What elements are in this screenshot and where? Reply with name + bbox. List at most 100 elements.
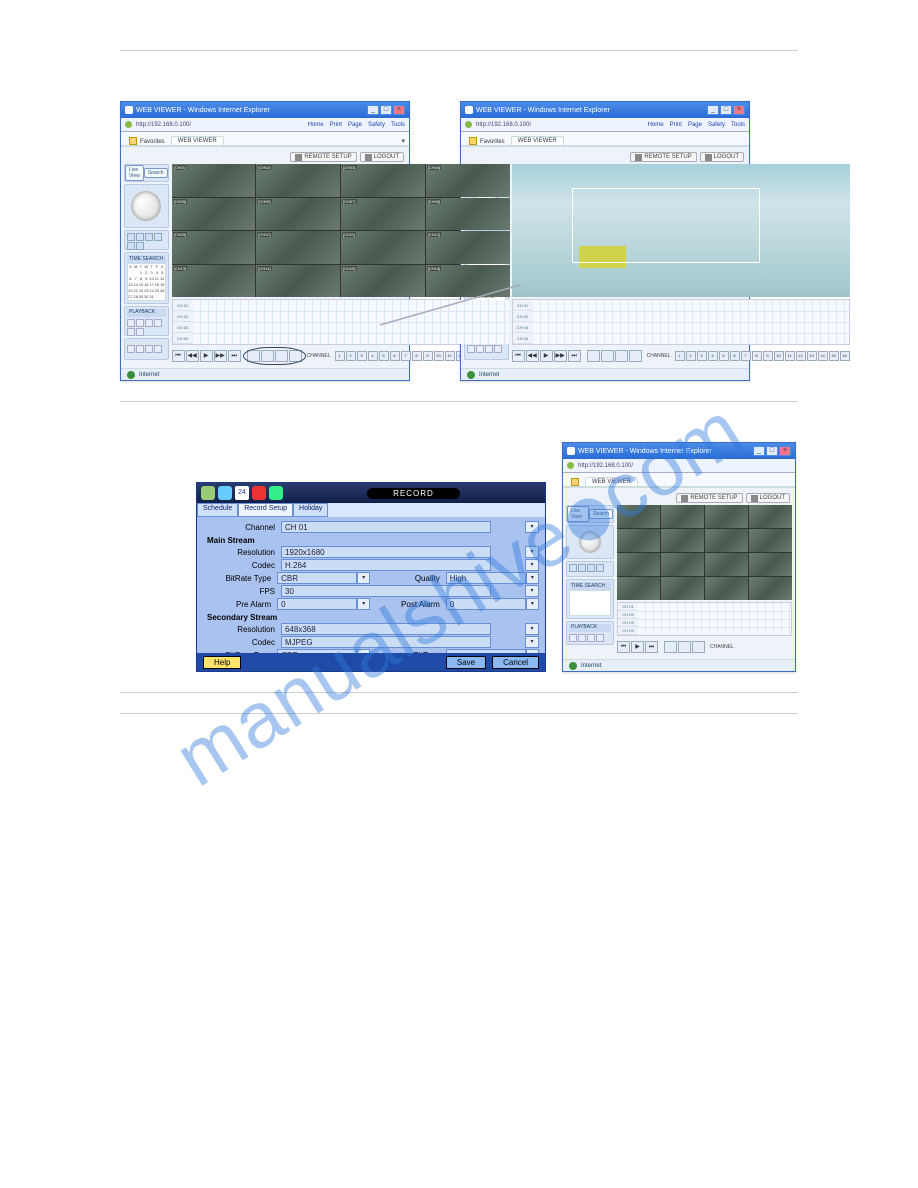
video-tile[interactable]: [CH01] xyxy=(172,164,256,197)
tab-webviewer[interactable]: WEB VIEWER xyxy=(171,136,224,145)
help-button[interactable]: Help xyxy=(203,656,241,669)
ctrl-3[interactable] xyxy=(145,233,153,241)
record-form: ChannelCH 01▾ Main Stream Resolution1920… xyxy=(197,517,545,653)
favicon-icon xyxy=(465,121,472,128)
video-tile[interactable]: [CH10] xyxy=(256,231,340,264)
minimize-button[interactable]: _ xyxy=(707,105,719,115)
view-4x4[interactable] xyxy=(289,350,302,362)
ctrl-5[interactable] xyxy=(127,242,135,250)
icon-record[interactable] xyxy=(252,486,266,500)
search-button[interactable]: Search xyxy=(144,168,168,178)
status-text: Internet xyxy=(139,372,159,378)
tab-record-setup[interactable]: Record Setup xyxy=(238,503,293,517)
rew-button[interactable]: ◀◀ xyxy=(186,350,199,362)
timeline[interactable]: CH 01CH 02CH 03CH 04 xyxy=(512,299,850,345)
last-button[interactable]: ⏭ xyxy=(228,350,241,362)
view-2x2[interactable] xyxy=(261,350,274,362)
video-tile[interactable]: [CH03] xyxy=(341,164,425,197)
menu-print[interactable]: Print xyxy=(330,122,342,128)
titlebar[interactable]: WEB VIEWER - Windows Internet Explorer _… xyxy=(563,443,795,459)
video-tile[interactable]: [CH07] xyxy=(341,198,425,231)
video-tile[interactable]: [CH14] xyxy=(256,265,340,298)
close-button[interactable]: × xyxy=(733,105,745,115)
menu-safety[interactable]: Safety xyxy=(368,122,385,128)
chevron-down-icon[interactable]: ▾ xyxy=(525,521,539,533)
video-grid-16 xyxy=(617,505,792,600)
address-bar: http://192.168.0.100/ Home Print Page Sa… xyxy=(121,118,409,132)
tab-schedule[interactable]: Schedule xyxy=(197,503,238,517)
maximize-button[interactable]: □ xyxy=(720,105,732,115)
channel-select[interactable]: CH 01 xyxy=(281,521,491,533)
playback-title: PLAYBACK xyxy=(127,309,166,317)
favorites-icon[interactable] xyxy=(469,137,477,145)
tab-holiday[interactable]: Holiday xyxy=(293,503,328,517)
tab-controls: ▾ xyxy=(401,137,409,145)
cancel-button[interactable]: Cancel xyxy=(492,656,539,669)
video-tile-selected[interactable]: [CH06] xyxy=(256,198,340,231)
favorites-icon[interactable] xyxy=(129,137,137,145)
url-field[interactable]: http://192.168.0.100/ xyxy=(476,122,531,128)
browser-window-multiview: WEB VIEWER - Windows Internet Explorer _… xyxy=(120,101,410,381)
video-tile[interactable]: [CH11] xyxy=(341,231,425,264)
save-button[interactable]: Save xyxy=(446,656,486,669)
logout-button[interactable]: LOGOUT xyxy=(700,152,744,162)
view-1x1[interactable] xyxy=(247,350,260,362)
minimize-button[interactable]: _ xyxy=(367,105,379,115)
resolution2-select[interactable]: 648x368 xyxy=(281,623,491,635)
video-tile[interactable]: [CH13] xyxy=(172,265,256,298)
ctrl-6[interactable] xyxy=(136,242,144,250)
video-tile-single[interactable] xyxy=(512,164,850,297)
video-tile[interactable]: [CH05] xyxy=(172,198,256,231)
ctrl-4[interactable] xyxy=(154,233,162,241)
titlebar[interactable]: WEB VIEWER - Windows Internet Explorer _… xyxy=(121,102,409,118)
favorites-label[interactable]: Favorites xyxy=(140,139,165,145)
postalarm-select[interactable]: 0 xyxy=(446,598,526,610)
gear-icon xyxy=(635,154,642,161)
video-tile[interactable]: [CH09] xyxy=(172,231,256,264)
logout-button[interactable]: LOGOUT xyxy=(360,152,404,162)
video-tile[interactable]: [CH02] xyxy=(256,164,340,197)
webviewer-app: REMOTE SETUP LOGOUT Live View Search xyxy=(121,146,409,368)
codec2-select[interactable]: MJPEG xyxy=(281,636,491,648)
maximize-button[interactable]: □ xyxy=(380,105,392,115)
prealarm-select[interactable]: 0 xyxy=(277,598,357,610)
url-field[interactable]: http://192.168.0.100/ xyxy=(136,122,191,128)
video-grid-1 xyxy=(512,164,850,297)
remote-setup-button[interactable]: REMOTE SETUP xyxy=(676,493,742,503)
ptz-wheel[interactable] xyxy=(124,184,169,228)
video-tile[interactable]: [CH08] xyxy=(426,198,510,231)
remote-setup-button[interactable]: REMOTE SETUP xyxy=(630,152,696,162)
ff-button[interactable]: ▶▶ xyxy=(214,350,227,362)
calendar-grid[interactable]: SMTWTFS 12345 6789101112 13141516171819 … xyxy=(127,263,166,301)
tab-webviewer[interactable]: WEB VIEWER xyxy=(511,136,564,145)
video-tile[interactable]: [CH12] xyxy=(426,231,510,264)
menu-home[interactable]: Home xyxy=(308,122,324,128)
video-tile[interactable]: [CH04] xyxy=(426,164,510,197)
quality-select[interactable]: High xyxy=(446,572,526,584)
video-tile[interactable]: [CH15] xyxy=(341,265,425,298)
icon-1[interactable] xyxy=(201,486,215,500)
remote-setup-button[interactable]: REMOTE SETUP xyxy=(290,152,356,162)
resolution-select[interactable]: 1920x1680 xyxy=(281,546,491,558)
bitrate-select[interactable]: CBR xyxy=(277,572,357,584)
play-button[interactable]: ▶ xyxy=(200,350,213,362)
icon-calendar[interactable]: 24 xyxy=(235,486,249,500)
ctrl-1[interactable] xyxy=(127,233,135,241)
fps-select[interactable]: 30 xyxy=(281,585,491,597)
logout-button[interactable]: LOGOUT xyxy=(746,493,790,503)
menu-tools[interactable]: Tools xyxy=(391,122,405,128)
codec-select[interactable]: H.264 xyxy=(281,559,491,571)
menu-page[interactable]: Page xyxy=(348,122,362,128)
close-button[interactable]: × xyxy=(393,105,405,115)
view-3x3[interactable] xyxy=(275,350,288,362)
first-button[interactable]: ⏮ xyxy=(172,350,185,362)
liveview-button[interactable]: Live View xyxy=(125,165,144,181)
window-icon xyxy=(125,106,133,114)
playback-controls: ⏮◀◀▶▶▶⏭ xyxy=(172,350,241,362)
tab-bar: Favorites WEB VIEWER xyxy=(461,132,749,146)
titlebar[interactable]: WEB VIEWER - Windows Internet Explorer _… xyxy=(461,102,749,118)
jog-dial-icon xyxy=(131,191,161,221)
icon-2[interactable] xyxy=(218,486,232,500)
ctrl-2[interactable] xyxy=(136,233,144,241)
icon-5[interactable] xyxy=(269,486,283,500)
